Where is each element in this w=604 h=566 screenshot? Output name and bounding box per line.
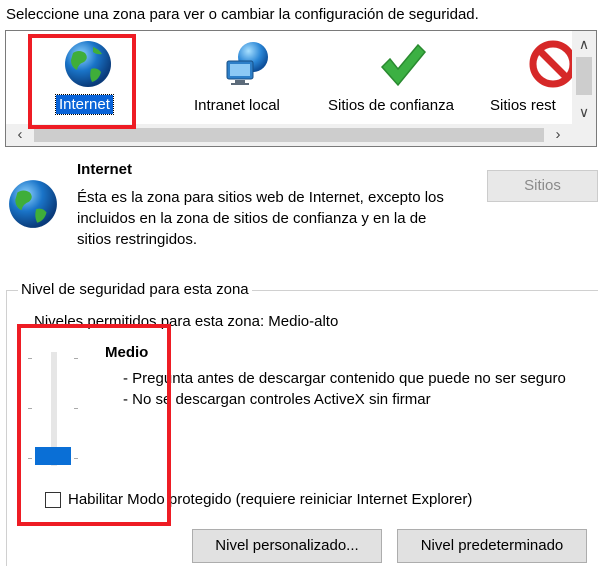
globe-icon xyxy=(9,180,57,228)
zone-description: Ésta es la zona para sitios web de Inter… xyxy=(77,189,444,248)
highlight-box-slider xyxy=(17,324,171,526)
instruction-text: Seleccione una zona para ver o cambiar l… xyxy=(6,6,479,23)
scroll-down-icon[interactable]: ∨ xyxy=(572,101,596,123)
scroll-left-icon[interactable]: ‹ xyxy=(10,124,30,146)
network-computer-icon xyxy=(226,42,268,85)
zone-label: Intranet local xyxy=(194,97,280,114)
level-point: - Pregunta antes de descargar contenido … xyxy=(123,370,566,387)
zone-trusted-sites[interactable]: Sitios de confianza xyxy=(328,31,478,127)
zone-label: Sitios de confianza xyxy=(328,97,454,114)
default-level-button[interactable]: Nivel predeterminado xyxy=(397,529,587,563)
custom-level-button[interactable]: Nivel personalizado... xyxy=(192,529,382,563)
security-group-title: Nivel de seguridad para esta zona xyxy=(18,281,252,298)
level-point: - No se descargan controles ActiveX sin … xyxy=(123,391,431,408)
zone-label: Sitios rest xyxy=(490,97,556,114)
security-level-description: - Pregunta antes de descargar contenido … xyxy=(105,368,585,410)
zone-restricted-sites[interactable]: Sitios rest xyxy=(490,31,580,127)
scroll-right-icon[interactable]: › xyxy=(546,124,570,146)
highlight-box-zone xyxy=(28,34,136,129)
checkmark-icon xyxy=(380,43,427,87)
scroll-up-icon[interactable]: ∧ xyxy=(572,33,596,55)
horizontal-scroll-thumb[interactable] xyxy=(34,128,544,142)
zone-title: Internet xyxy=(77,161,133,178)
vertical-scrollbar[interactable]: ∧ ∨ xyxy=(572,31,596,127)
zone-local-intranet[interactable]: Intranet local xyxy=(191,31,311,127)
vertical-scroll-thumb[interactable] xyxy=(576,57,592,95)
sites-button[interactable]: Sitios xyxy=(487,170,598,202)
restricted-icon xyxy=(529,40,577,88)
